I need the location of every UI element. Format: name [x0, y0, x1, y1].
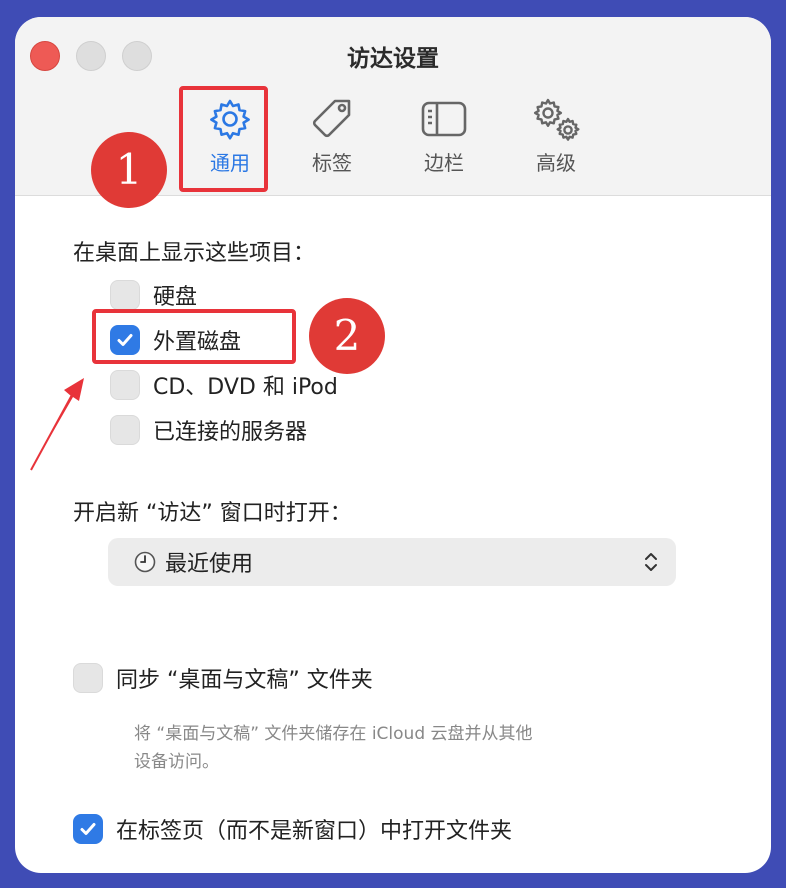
- checkbox-row-open-in-tabs[interactable]: 在标签页（而不是新窗口）中打开文件夹: [73, 813, 512, 845]
- checkbox-row-servers[interactable]: 已连接的服务器: [110, 414, 307, 446]
- general-settings-pane: 在桌面上显示这些项目： 硬盘 外置磁盘 CD、DVD 和 iPod 已连接的服务…: [15, 196, 771, 873]
- gears-icon: [533, 98, 580, 141]
- new-window-heading: 开启新 “访达” 窗口时打开：: [73, 501, 352, 526]
- desktop-items-heading: 在桌面上显示这些项目：: [73, 241, 316, 266]
- checkbox-row-hard-disks[interactable]: 硬盘: [110, 279, 197, 311]
- annotation-box-external-disks: [92, 309, 296, 364]
- tab-sidebar[interactable]: 边栏: [394, 97, 494, 177]
- cds-dvds-label: CD、DVD 和 iPod: [153, 375, 338, 400]
- checkbox-row-cds-dvds[interactable]: CD、DVD 和 iPod: [110, 369, 338, 401]
- finder-settings-window: 访达设置 通用 标签 边栏 高级 1 在桌面上显示这些项目： 硬盘 外置磁盘 C…: [15, 17, 771, 873]
- toolbar: 访达设置 通用 标签 边栏 高级 1: [15, 17, 771, 208]
- annotation-box-general: [179, 86, 268, 192]
- hard-disks-checkbox[interactable]: [110, 280, 140, 310]
- servers-checkbox[interactable]: [110, 415, 140, 445]
- sync-checkbox[interactable]: [73, 663, 103, 693]
- sync-label: 同步 “桌面与文稿” 文件夹: [116, 668, 373, 693]
- new-window-select[interactable]: 最近使用: [108, 538, 676, 586]
- clock-icon: [134, 551, 156, 573]
- checkbox-row-sync[interactable]: 同步 “桌面与文稿” 文件夹: [73, 662, 373, 694]
- checkmark-icon: [80, 823, 96, 835]
- sync-description: 将 “桌面与文稿” 文件夹储存在 iCloud 云盘并从其他 设备访问。: [134, 720, 654, 776]
- tab-tags[interactable]: 标签: [282, 97, 382, 177]
- new-window-selected-value: 最近使用: [165, 552, 254, 577]
- tab-advanced-label: 高级: [536, 151, 576, 175]
- sync-description-line-1: 将 “桌面与文稿” 文件夹储存在 iCloud 云盘并从其他: [134, 724, 533, 744]
- window-title: 访达设置: [347, 46, 439, 72]
- servers-label: 已连接的服务器: [153, 420, 308, 445]
- tab-tags-label: 标签: [312, 151, 352, 175]
- tag-icon: [312, 99, 351, 138]
- annotation-badge-2: 2: [309, 298, 385, 374]
- cds-dvds-checkbox[interactable]: [110, 370, 140, 400]
- sync-description-line-2: 设备访问。: [134, 752, 219, 772]
- open-in-tabs-checkbox[interactable]: [73, 814, 103, 844]
- hard-disks-label: 硬盘: [153, 285, 198, 310]
- tab-sidebar-label: 边栏: [424, 151, 464, 175]
- open-in-tabs-label: 在标签页（而不是新窗口）中打开文件夹: [116, 819, 513, 844]
- tab-advanced[interactable]: 高级: [506, 97, 606, 177]
- sidebar-icon: [421, 101, 467, 137]
- chevron-up-down-icon: [645, 553, 657, 571]
